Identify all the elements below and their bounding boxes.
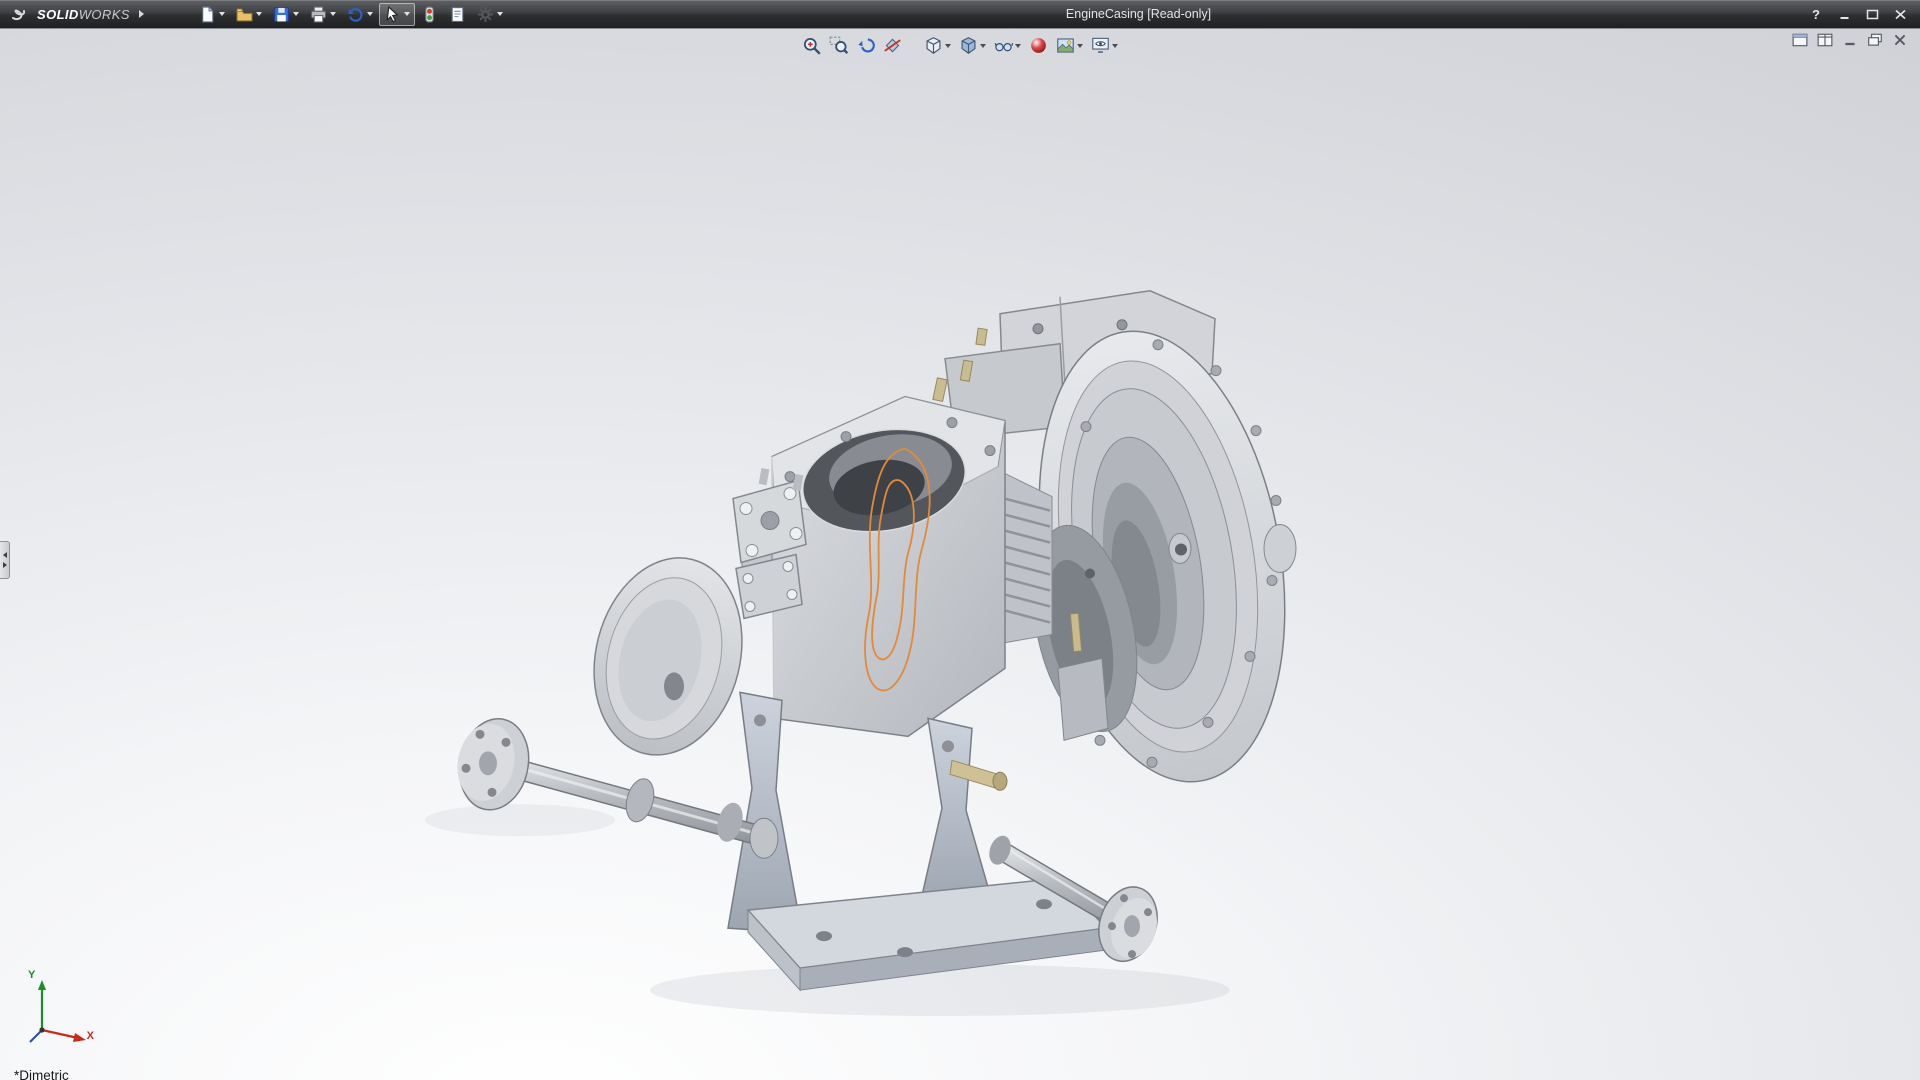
dropdown-arrow-icon[interactable] xyxy=(404,12,410,16)
dropdown-arrow-icon[interactable] xyxy=(367,12,373,16)
undo-button[interactable] xyxy=(342,3,378,26)
help-icon: ? xyxy=(1812,7,1820,22)
triad-x-label: X xyxy=(87,1030,94,1042)
doc-window-split-button[interactable] xyxy=(1817,33,1833,47)
hide-show-items-button[interactable] xyxy=(991,34,1024,57)
view-settings-icon xyxy=(1091,36,1110,55)
options-button[interactable] xyxy=(472,3,508,26)
doc-close-icon xyxy=(1892,33,1908,47)
window-controls: ? xyxy=(1806,0,1920,28)
dropdown-arrow-icon[interactable] xyxy=(1015,44,1021,48)
save-button[interactable] xyxy=(268,3,304,26)
triad-y-label: Y xyxy=(28,969,35,981)
apply-scene-icon xyxy=(1056,36,1075,55)
doc-minimize-icon xyxy=(1842,33,1858,47)
help-button[interactable]: ? xyxy=(1806,5,1826,23)
minimize-icon xyxy=(1838,9,1851,20)
zoom-to-area-button[interactable] xyxy=(826,34,851,57)
view-orientation-label: *Dimetric xyxy=(14,1068,69,1080)
dropdown-arrow-icon[interactable] xyxy=(293,12,299,16)
maximize-button[interactable] xyxy=(1862,5,1882,23)
doc-window-pane-button[interactable] xyxy=(1792,33,1808,47)
file-properties-icon xyxy=(449,6,466,23)
select-button[interactable] xyxy=(379,3,415,26)
splitter-right-arrow-icon xyxy=(3,562,7,568)
dassault-systemes-logo-icon xyxy=(10,6,32,22)
zoom-to-fit-icon xyxy=(802,36,821,55)
featuremanager-splitter-handle[interactable] xyxy=(0,541,10,579)
doc-window-split-icon xyxy=(1817,33,1833,47)
new-document-button[interactable] xyxy=(194,3,230,26)
open-button[interactable] xyxy=(231,3,267,26)
viewport-3d[interactable]: Y X *Dimetric xyxy=(0,28,1920,1080)
main-toolbar xyxy=(194,0,508,28)
print-icon xyxy=(310,6,327,23)
brand-works: WORKS xyxy=(79,7,130,22)
solidworks-window: SOLIDWORKS EngineCasing [Read-only] ? xyxy=(0,0,1920,1080)
close-icon xyxy=(1894,9,1907,20)
hide-show-items-icon xyxy=(994,36,1013,55)
dropdown-arrow-icon[interactable] xyxy=(1112,44,1118,48)
doc-window-controls xyxy=(1792,33,1908,47)
doc-close-button[interactable] xyxy=(1892,33,1908,47)
window-title: EngineCasing [Read-only] xyxy=(1066,7,1211,21)
brand: SOLIDWORKS xyxy=(0,0,152,28)
undo-icon xyxy=(347,6,364,23)
dropdown-arrow-icon[interactable] xyxy=(945,44,951,48)
close-button[interactable] xyxy=(1890,5,1910,23)
previous-view-icon xyxy=(856,36,875,55)
dropdown-arrow-icon[interactable] xyxy=(1077,44,1083,48)
engine-casing-model[interactable] xyxy=(425,291,1318,1016)
dropdown-arrow-icon[interactable] xyxy=(980,44,986,48)
new-document-icon xyxy=(199,6,216,23)
dropdown-arrow-icon[interactable] xyxy=(219,12,225,16)
dropdown-arrow-icon[interactable] xyxy=(330,12,336,16)
view-settings-button[interactable] xyxy=(1088,34,1121,57)
open-folder-icon xyxy=(236,6,253,23)
print-button[interactable] xyxy=(305,3,341,26)
dropdown-arrow-icon[interactable] xyxy=(497,12,503,16)
view-orientation-cube-icon xyxy=(924,36,943,55)
brand-text: SOLIDWORKS xyxy=(37,7,130,22)
model-canvas[interactable] xyxy=(0,29,1920,1080)
doc-window-icon xyxy=(1792,33,1808,47)
titlebar: SOLIDWORKS EngineCasing [Read-only] ? xyxy=(0,0,1920,28)
dropdown-arrow-icon[interactable] xyxy=(256,12,262,16)
doc-restore-button[interactable] xyxy=(1867,33,1883,47)
rebuild-traffic-light-icon xyxy=(421,6,438,23)
save-icon xyxy=(273,6,290,23)
edit-appearance-icon xyxy=(1029,36,1048,55)
options-gear-icon xyxy=(477,6,494,23)
zoom-to-area-icon xyxy=(829,36,848,55)
zoom-to-fit-button[interactable] xyxy=(799,34,824,57)
brand-solid: SOLID xyxy=(37,7,79,22)
minimize-button[interactable] xyxy=(1834,5,1854,23)
splitter-left-arrow-icon xyxy=(3,552,7,558)
file-properties-button[interactable] xyxy=(444,3,471,26)
apply-scene-button[interactable] xyxy=(1053,34,1086,57)
rebuild-button[interactable] xyxy=(416,3,443,26)
display-style-icon xyxy=(959,36,978,55)
previous-view-button[interactable] xyxy=(853,34,878,57)
doc-minimize-button[interactable] xyxy=(1842,33,1858,47)
section-view-button[interactable] xyxy=(880,34,905,57)
maximize-icon xyxy=(1866,9,1879,20)
view-orientation-button[interactable] xyxy=(921,34,954,57)
menu-expand-arrow-icon[interactable] xyxy=(139,10,144,18)
edit-appearance-button[interactable] xyxy=(1026,34,1051,57)
headsup-toolbar xyxy=(799,34,1121,57)
display-style-button[interactable] xyxy=(956,34,989,57)
doc-restore-icon xyxy=(1867,33,1883,47)
reference-triad[interactable]: Y X xyxy=(20,972,92,1050)
section-view-icon xyxy=(883,36,902,55)
select-cursor-icon xyxy=(384,6,401,23)
